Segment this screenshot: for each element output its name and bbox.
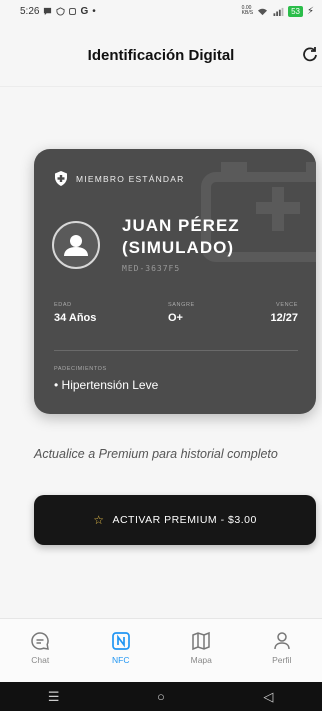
shield-icon [56, 6, 66, 16]
tier-row: MIEMBRO ESTÁNDAR [54, 171, 184, 186]
premium-button-label: ACTIVAR PREMIUM - $3.00 [112, 514, 257, 526]
star-icon: ☆ [93, 513, 105, 527]
member-id: MED-3637F5 [122, 264, 181, 273]
nav-label-map: Mapa [190, 655, 212, 665]
scan-icon [69, 7, 77, 15]
avatar [52, 221, 100, 269]
age-stat: EDAD 34 Años [54, 302, 96, 324]
clock: 5:26 [20, 5, 40, 17]
expiry-label: VENCE [276, 302, 298, 308]
nfc-icon [111, 632, 130, 650]
activate-premium-button[interactable]: ☆ ACTIVAR PREMIUM - $3.00 [34, 495, 316, 545]
map-icon [192, 631, 210, 651]
nav-item-profile[interactable]: Perfil [252, 631, 312, 665]
blood-value: O+ [168, 312, 183, 324]
refresh-icon[interactable] [302, 46, 318, 62]
expiry-stat: VENCE 12/27 [270, 302, 298, 324]
signal-icon [273, 7, 284, 16]
expiry-value: 12/27 [270, 312, 298, 324]
app-header: Identificación Digital [0, 40, 322, 70]
nav-label-nfc: NFC [112, 655, 130, 665]
blood-label: SANGRE [168, 302, 195, 308]
chat-bubble-icon [44, 7, 52, 15]
charging-icon: ⚡ [306, 5, 314, 17]
conditions-label: PADECIMIENTOS [54, 366, 107, 372]
google-g-icon: G [80, 5, 89, 17]
nav-label-chat: Chat [31, 655, 50, 665]
system-nav-bar: ☰ ○ ◁ [0, 682, 322, 711]
header-divider [0, 86, 322, 87]
chat-icon [31, 632, 50, 650]
nav-item-chat[interactable]: Chat [10, 631, 70, 665]
battery-indicator: 53 [288, 5, 303, 17]
holder-name: JUAN PÉREZ (SIMULADO) [122, 216, 240, 257]
nav-item-map[interactable]: Mapa [171, 631, 231, 665]
status-right: 0.00 KB/S 53 ⚡ [241, 5, 314, 17]
digital-id-card: MIEMBRO ESTÁNDAR JUAN PÉREZ (SIMULADO) M… [34, 149, 316, 414]
bottom-nav: Chat NFC Mapa Perfil [0, 618, 322, 682]
back-icon[interactable]: ◁ [248, 689, 288, 705]
page-title: Identificación Digital [87, 46, 235, 64]
premium-upsell-text: Actualice a Premium para historial compl… [34, 447, 278, 461]
card-divider [54, 350, 298, 351]
home-icon[interactable]: ○ [141, 689, 181, 704]
recent-apps-icon[interactable]: ☰ [34, 689, 74, 705]
membership-tier: MIEMBRO ESTÁNDAR [76, 173, 185, 184]
status-left: 5:26 G • [20, 6, 96, 17]
user-avatar-icon [64, 235, 88, 256]
conditions-value: • Hipertensión Leve [54, 378, 159, 392]
age-label: EDAD [54, 302, 72, 308]
shield-plus-icon [55, 171, 67, 186]
wifi-icon [258, 8, 268, 15]
age-value: 34 Años [54, 312, 97, 324]
dot-icon: • [92, 5, 96, 17]
nav-item-nfc[interactable]: NFC [91, 631, 151, 665]
net-speed: 0.00 KB/S [241, 5, 254, 16]
nav-label-profile: Perfil [272, 655, 292, 665]
status-bar: 5:26 G • 0.00 KB/S 53 ⚡ [0, 0, 322, 22]
user-icon [274, 632, 290, 650]
blood-stat: SANGRE O+ [168, 302, 195, 324]
